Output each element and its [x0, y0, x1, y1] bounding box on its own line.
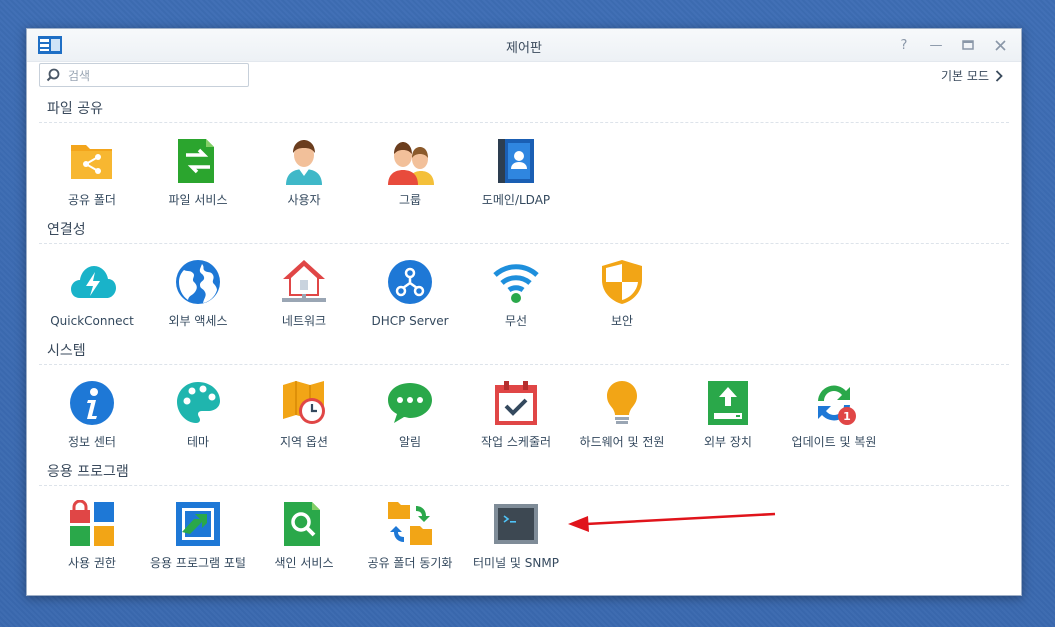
red-annotation-arrow: [568, 512, 776, 532]
